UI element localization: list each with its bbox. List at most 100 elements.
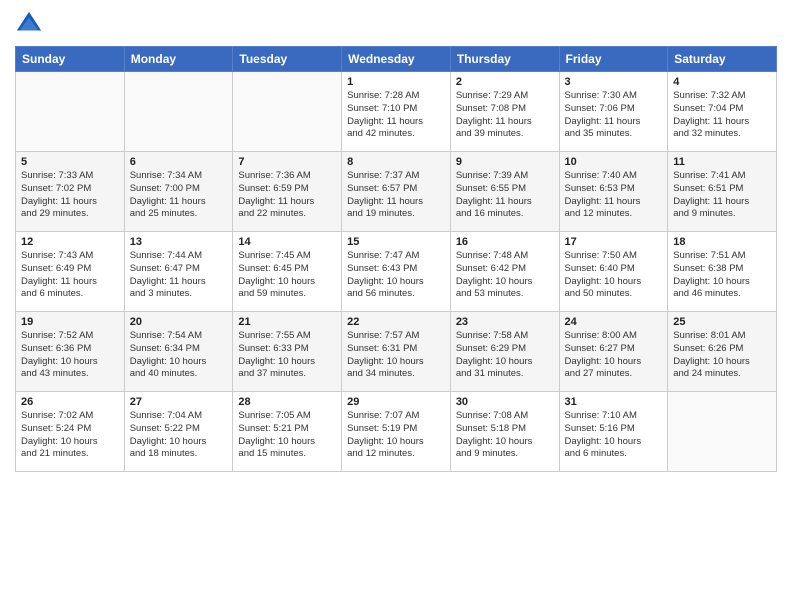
- day-info: Sunrise: 7:54 AM Sunset: 6:34 PM Dayligh…: [130, 330, 228, 381]
- weekday-header: Friday: [559, 47, 668, 72]
- day-number: 27: [130, 396, 228, 408]
- calendar-cell: 16 Sunrise: 7:48 AM Sunset: 6:42 PM Dayli…: [450, 232, 559, 312]
- calendar-week-row: 19Sunrise: 7:52 AM Sunset: 6:36 PM Dayli…: [16, 312, 777, 392]
- day-info: Sunrise: 7:30 AM Sunset: 7:06 PM Dayligh…: [565, 90, 663, 141]
- day-info: Sunrise: 7:58 AM Sunset: 6:29 PM Dayligh…: [456, 330, 554, 381]
- day-info: Sunrise: 7:55 AM Sunset: 6:33 PM Dayligh…: [238, 330, 336, 381]
- day-number: 6: [130, 156, 228, 168]
- calendar-cell: 22 Sunrise: 7:57 AM Sunset: 6:31 PM Dayli…: [342, 312, 451, 392]
- day-info: Sunrise: 7:33 AM Sunset: 7:02 PM Dayligh…: [21, 170, 119, 221]
- calendar-cell: 14 Sunrise: 7:45 AM Sunset: 6:45 PM Dayli…: [233, 232, 342, 312]
- calendar-week-row: 12 Sunrise: 7:43 AM Sunset: 6:49 PM Dayli…: [16, 232, 777, 312]
- day-number: 11: [673, 156, 771, 168]
- calendar-cell: [16, 72, 125, 152]
- day-info: Sunrise: 7:47 AM Sunset: 6:43 PM Dayligh…: [347, 250, 445, 301]
- day-info: Sunrise: 7:28 AM Sunset: 7:10 PM Dayligh…: [347, 90, 445, 141]
- day-number: 22: [347, 316, 445, 328]
- calendar-cell: 29 Sunrise: 7:07 AM Sunset: 5:19 PM Dayli…: [342, 392, 451, 472]
- day-info: Sunrise: 7:04 AM Sunset: 5:22 PM Dayligh…: [130, 410, 228, 461]
- calendar-cell: 24 Sunrise: 8:00 AM Sunset: 6:27 PM Dayli…: [559, 312, 668, 392]
- day-number: 8: [347, 156, 445, 168]
- calendar-week-row: 1Sunrise: 7:28 AM Sunset: 7:10 PM Daylig…: [16, 72, 777, 152]
- day-number: 30: [456, 396, 554, 408]
- day-info: Sunrise: 7:08 AM Sunset: 5:18 PM Dayligh…: [456, 410, 554, 461]
- day-info: Sunrise: 8:00 AM Sunset: 6:27 PM Dayligh…: [565, 330, 663, 381]
- day-number: 18: [673, 236, 771, 248]
- day-number: 14: [238, 236, 336, 248]
- day-info: Sunrise: 7:02 AM Sunset: 5:24 PM Dayligh…: [21, 410, 119, 461]
- page: SundayMondayTuesdayWednesdayThursdayFrid…: [0, 0, 792, 612]
- day-info: Sunrise: 7:40 AM Sunset: 6:53 PM Dayligh…: [565, 170, 663, 221]
- day-number: 17: [565, 236, 663, 248]
- day-info: Sunrise: 7:45 AM Sunset: 6:45 PM Dayligh…: [238, 250, 336, 301]
- calendar-cell: [233, 72, 342, 152]
- calendar-cell: 5 Sunrise: 7:33 AM Sunset: 7:02 PM Daylig…: [16, 152, 125, 232]
- calendar-cell: 19Sunrise: 7:52 AM Sunset: 6:36 PM Dayli…: [16, 312, 125, 392]
- day-number: 7: [238, 156, 336, 168]
- day-number: 16: [456, 236, 554, 248]
- calendar-cell: 12 Sunrise: 7:43 AM Sunset: 6:49 PM Dayli…: [16, 232, 125, 312]
- calendar-cell: 7Sunrise: 7:36 AM Sunset: 6:59 PM Daylig…: [233, 152, 342, 232]
- calendar-cell: 17Sunrise: 7:50 AM Sunset: 6:40 PM Dayli…: [559, 232, 668, 312]
- day-number: 24: [565, 316, 663, 328]
- day-number: 5: [21, 156, 119, 168]
- day-number: 20: [130, 316, 228, 328]
- weekday-header: Saturday: [668, 47, 777, 72]
- day-number: 23: [456, 316, 554, 328]
- logo-icon: [15, 10, 43, 38]
- day-number: 4: [673, 76, 771, 88]
- calendar-cell: 15 Sunrise: 7:47 AM Sunset: 6:43 PM Dayli…: [342, 232, 451, 312]
- day-number: 2: [456, 76, 554, 88]
- day-number: 31: [565, 396, 663, 408]
- calendar-cell: 28Sunrise: 7:05 AM Sunset: 5:21 PM Dayli…: [233, 392, 342, 472]
- day-info: Sunrise: 7:44 AM Sunset: 6:47 PM Dayligh…: [130, 250, 228, 301]
- calendar-cell: 20 Sunrise: 7:54 AM Sunset: 6:34 PM Dayli…: [124, 312, 233, 392]
- calendar-cell: 1Sunrise: 7:28 AM Sunset: 7:10 PM Daylig…: [342, 72, 451, 152]
- calendar-cell: 21 Sunrise: 7:55 AM Sunset: 6:33 PM Dayli…: [233, 312, 342, 392]
- calendar-cell: [124, 72, 233, 152]
- day-info: Sunrise: 7:32 AM Sunset: 7:04 PM Dayligh…: [673, 90, 771, 141]
- calendar-cell: 4 Sunrise: 7:32 AM Sunset: 7:04 PM Daylig…: [668, 72, 777, 152]
- logo: [15, 10, 47, 38]
- day-number: 15: [347, 236, 445, 248]
- calendar-cell: 18 Sunrise: 7:51 AM Sunset: 6:38 PM Dayli…: [668, 232, 777, 312]
- weekday-header: Wednesday: [342, 47, 451, 72]
- day-info: Sunrise: 7:48 AM Sunset: 6:42 PM Dayligh…: [456, 250, 554, 301]
- calendar-cell: 25 Sunrise: 8:01 AM Sunset: 6:26 PM Dayli…: [668, 312, 777, 392]
- calendar-table: SundayMondayTuesdayWednesdayThursdayFrid…: [15, 46, 777, 472]
- calendar-cell: 2Sunrise: 7:29 AM Sunset: 7:08 PM Daylig…: [450, 72, 559, 152]
- calendar-cell: 31 Sunrise: 7:10 AM Sunset: 5:16 PM Dayli…: [559, 392, 668, 472]
- day-number: 19: [21, 316, 119, 328]
- calendar-cell: 11 Sunrise: 7:41 AM Sunset: 6:51 PM Dayli…: [668, 152, 777, 232]
- weekday-header: Monday: [124, 47, 233, 72]
- weekday-header: Sunday: [16, 47, 125, 72]
- day-number: 26: [21, 396, 119, 408]
- day-number: 21: [238, 316, 336, 328]
- day-number: 12: [21, 236, 119, 248]
- day-info: Sunrise: 7:37 AM Sunset: 6:57 PM Dayligh…: [347, 170, 445, 221]
- calendar-cell: 27 Sunrise: 7:04 AM Sunset: 5:22 PM Dayli…: [124, 392, 233, 472]
- day-number: 25: [673, 316, 771, 328]
- calendar-header-row: SundayMondayTuesdayWednesdayThursdayFrid…: [16, 47, 777, 72]
- calendar-cell: 10 Sunrise: 7:40 AM Sunset: 6:53 PM Dayli…: [559, 152, 668, 232]
- day-info: Sunrise: 7:39 AM Sunset: 6:55 PM Dayligh…: [456, 170, 554, 221]
- day-info: Sunrise: 7:57 AM Sunset: 6:31 PM Dayligh…: [347, 330, 445, 381]
- day-info: Sunrise: 7:43 AM Sunset: 6:49 PM Dayligh…: [21, 250, 119, 301]
- day-info: Sunrise: 7:51 AM Sunset: 6:38 PM Dayligh…: [673, 250, 771, 301]
- day-info: Sunrise: 7:34 AM Sunset: 7:00 PM Dayligh…: [130, 170, 228, 221]
- day-number: 10: [565, 156, 663, 168]
- day-number: 9: [456, 156, 554, 168]
- calendar-week-row: 26 Sunrise: 7:02 AM Sunset: 5:24 PM Dayli…: [16, 392, 777, 472]
- calendar-cell: 26 Sunrise: 7:02 AM Sunset: 5:24 PM Dayli…: [16, 392, 125, 472]
- weekday-header: Tuesday: [233, 47, 342, 72]
- day-info: Sunrise: 8:01 AM Sunset: 6:26 PM Dayligh…: [673, 330, 771, 381]
- day-info: Sunrise: 7:10 AM Sunset: 5:16 PM Dayligh…: [565, 410, 663, 461]
- calendar-cell: 13 Sunrise: 7:44 AM Sunset: 6:47 PM Dayli…: [124, 232, 233, 312]
- weekday-header: Thursday: [450, 47, 559, 72]
- day-number: 29: [347, 396, 445, 408]
- day-info: Sunrise: 7:41 AM Sunset: 6:51 PM Dayligh…: [673, 170, 771, 221]
- calendar-week-row: 5 Sunrise: 7:33 AM Sunset: 7:02 PM Daylig…: [16, 152, 777, 232]
- calendar-cell: 8 Sunrise: 7:37 AM Sunset: 6:57 PM Daylig…: [342, 152, 451, 232]
- day-number: 13: [130, 236, 228, 248]
- day-info: Sunrise: 7:07 AM Sunset: 5:19 PM Dayligh…: [347, 410, 445, 461]
